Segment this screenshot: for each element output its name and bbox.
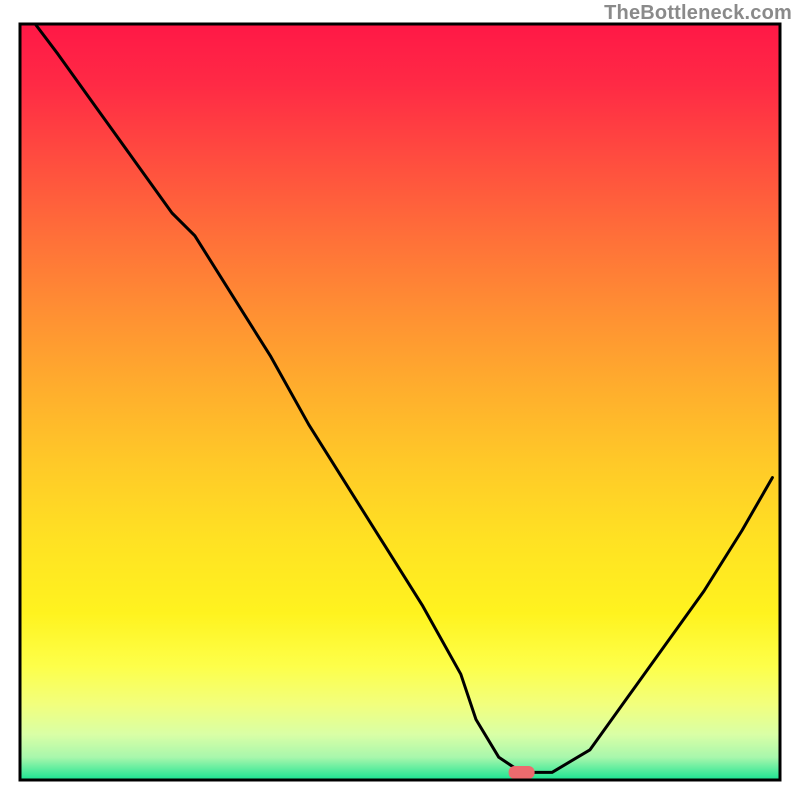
watermark-text: TheBottleneck.com <box>604 2 792 25</box>
bottleneck-chart <box>0 0 800 800</box>
gradient-background <box>20 24 780 780</box>
chart-container: TheBottleneck.com <box>0 0 800 800</box>
optimal-marker <box>509 766 535 779</box>
